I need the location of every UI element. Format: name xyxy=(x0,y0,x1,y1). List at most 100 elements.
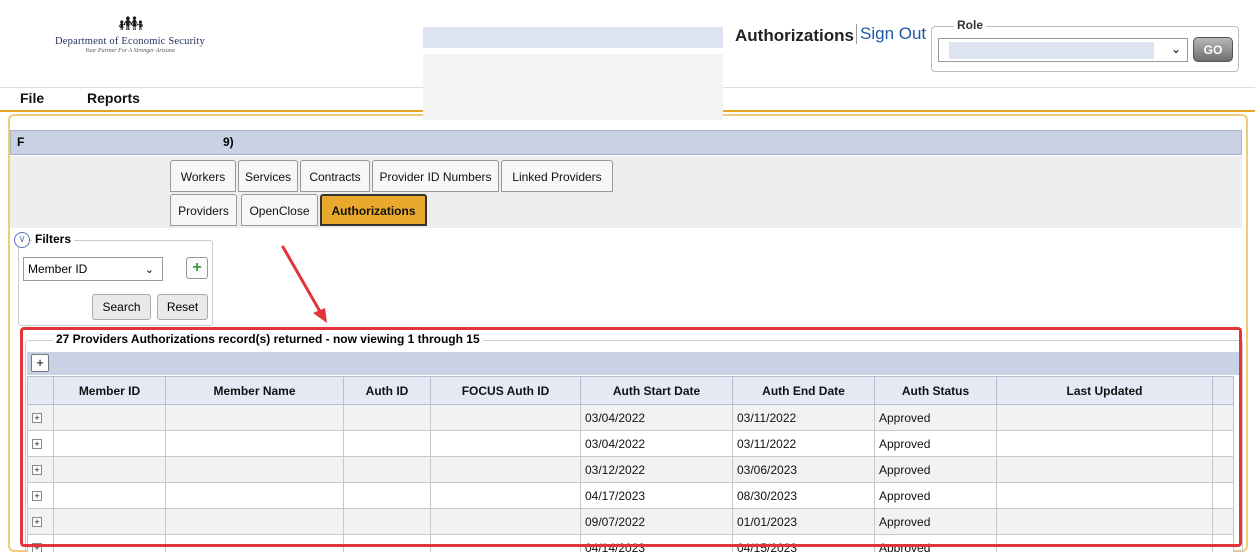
cell-auth-status: Approved xyxy=(874,508,997,535)
provider-name-end: 9) xyxy=(223,135,234,149)
redacted-block xyxy=(423,54,723,120)
menu-reports[interactable]: Reports xyxy=(87,90,140,106)
cell-auth-end-date: 03/11/2022 xyxy=(732,404,875,431)
tab-providers[interactable]: Providers xyxy=(170,194,237,226)
expand-row-icon[interactable]: + xyxy=(32,491,42,502)
cell-auth-start-date: 03/04/2022 xyxy=(580,404,733,431)
tab-openclose[interactable]: OpenClose xyxy=(241,194,318,226)
tab-linked-providers[interactable]: Linked Providers xyxy=(501,160,613,192)
add-filter-button[interactable]: + xyxy=(186,257,208,279)
cell-auth-end-date: 01/01/2023 xyxy=(732,508,875,535)
cell-auth-status: Approved xyxy=(874,404,997,431)
cell-spacer xyxy=(1212,482,1234,509)
cell-member-name xyxy=(165,534,344,552)
cell-auth-status: Approved xyxy=(874,534,997,552)
redacted-banner xyxy=(423,27,723,48)
cell-auth-id xyxy=(343,482,431,509)
go-button[interactable]: GO xyxy=(1193,37,1233,62)
table-row[interactable]: + 04/17/2023 08/30/2023 Approved xyxy=(27,482,1234,509)
cell-focus-auth-id xyxy=(430,456,581,483)
filter-field-select[interactable]: Member ID ⌄ xyxy=(23,257,163,281)
logo-tagline: Your Partner For A Stronger Arizona xyxy=(85,48,175,54)
column-header[interactable]: Auth ID xyxy=(343,376,431,405)
cell-auth-start-date: 04/17/2023 xyxy=(580,482,733,509)
cell-spacer xyxy=(1212,456,1234,483)
cell-spacer xyxy=(1212,508,1234,535)
cell-focus-auth-id xyxy=(430,534,581,552)
cell-auth-end-date: 03/06/2023 xyxy=(732,456,875,483)
provider-name-start: F xyxy=(17,135,25,149)
authorizations-table: Member ID Member Name Auth ID FOCUS Auth… xyxy=(27,376,1234,552)
cell-focus-auth-id xyxy=(430,404,581,431)
table-row[interactable]: + 04/14/2023 04/15/2023 Approved xyxy=(27,534,1234,552)
cell-auth-end-date: 03/11/2022 xyxy=(732,430,875,457)
column-header[interactable]: FOCUS Auth ID xyxy=(430,376,581,405)
tab-workers[interactable]: Workers xyxy=(170,160,236,192)
expand-all-button[interactable]: + xyxy=(31,354,49,372)
column-header-spacer xyxy=(1212,376,1234,405)
table-row[interactable]: + 03/04/2022 03/11/2022 Approved xyxy=(27,404,1234,431)
logo-department-name: Department of Economic Security xyxy=(55,36,205,47)
reset-button[interactable]: Reset xyxy=(157,294,208,320)
cell-auth-id xyxy=(343,534,431,552)
tab-area: Workers Services Contracts Provider ID N… xyxy=(10,156,1242,228)
cell-spacer xyxy=(1212,534,1234,552)
cell-auth-start-date: 03/04/2022 xyxy=(580,430,733,457)
grid-toolbar xyxy=(27,352,1240,375)
column-header[interactable]: Member ID xyxy=(53,376,166,405)
cell-member-name xyxy=(165,508,344,535)
family-icon: 👪︎ xyxy=(118,13,143,35)
filters-legend: Filters xyxy=(32,232,75,246)
cell-auth-end-date: 08/30/2023 xyxy=(732,482,875,509)
role-select[interactable]: ⌄ xyxy=(938,38,1188,62)
cell-last-updated xyxy=(996,456,1213,483)
column-header[interactable]: Auth Status xyxy=(874,376,997,405)
cell-auth-id xyxy=(343,430,431,457)
table-row[interactable]: + 09/07/2022 01/01/2023 Approved xyxy=(27,508,1234,535)
expand-row-icon[interactable]: + xyxy=(32,543,42,552)
cell-spacer xyxy=(1212,404,1234,431)
tab-services[interactable]: Services xyxy=(238,160,298,192)
cell-last-updated xyxy=(996,430,1213,457)
cell-member-name xyxy=(165,456,344,483)
column-header[interactable]: Member Name xyxy=(165,376,344,405)
column-header[interactable]: Auth Start Date xyxy=(580,376,733,405)
cell-member-id xyxy=(53,508,166,535)
cell-last-updated xyxy=(996,534,1213,552)
cell-member-name xyxy=(165,430,344,457)
column-header-toggle xyxy=(27,376,54,405)
cell-member-id xyxy=(53,430,166,457)
cell-focus-auth-id xyxy=(430,430,581,457)
cell-last-updated xyxy=(996,404,1213,431)
redacted-role-value xyxy=(949,42,1154,59)
des-logo: 👪︎ Department of Economic Security Your … xyxy=(30,14,230,64)
cell-focus-auth-id xyxy=(430,508,581,535)
chevron-down-icon: ⌄ xyxy=(1170,42,1181,56)
tab-contracts[interactable]: Contracts xyxy=(300,160,370,192)
table-row[interactable]: + 03/12/2022 03/06/2023 Approved xyxy=(27,456,1234,483)
search-button[interactable]: Search xyxy=(92,294,151,320)
cell-auth-id xyxy=(343,456,431,483)
expand-row-icon[interactable]: + xyxy=(32,413,42,424)
sign-out-link[interactable]: Sign Out xyxy=(856,24,926,44)
expand-row-icon[interactable]: + xyxy=(32,439,42,450)
filter-field-value: Member ID xyxy=(28,262,88,276)
cell-member-id xyxy=(53,534,166,552)
tab-provider-id-numbers[interactable]: Provider ID Numbers xyxy=(372,160,499,192)
provider-bar: F 9) xyxy=(10,130,1242,155)
column-header[interactable]: Last Updated xyxy=(996,376,1213,405)
column-header[interactable]: Auth End Date xyxy=(732,376,875,405)
cell-auth-status: Approved xyxy=(874,430,997,457)
cell-auth-id xyxy=(343,508,431,535)
cell-auth-id xyxy=(343,404,431,431)
expand-row-icon[interactable]: + xyxy=(32,465,42,476)
cell-auth-start-date: 09/07/2022 xyxy=(580,508,733,535)
table-row[interactable]: + 03/04/2022 03/11/2022 Approved xyxy=(27,430,1234,457)
tab-authorizations[interactable]: Authorizations xyxy=(320,194,427,226)
expand-row-icon[interactable]: + xyxy=(32,517,42,528)
cell-auth-start-date: 03/12/2022 xyxy=(580,456,733,483)
results-count-legend: 27 Providers Authorizations record(s) re… xyxy=(53,332,483,346)
cell-member-name xyxy=(165,482,344,509)
menu-file[interactable]: File xyxy=(20,90,44,106)
chevron-down-icon[interactable]: ∨ xyxy=(14,232,30,248)
